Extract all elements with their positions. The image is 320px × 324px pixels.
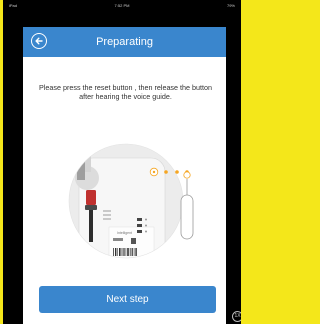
nav-header: Preparating	[23, 27, 226, 57]
device-frame: iPad 7:52 PM 79% Preparating Please pres…	[3, 0, 241, 324]
red-plug	[86, 190, 96, 205]
zoom-toggle-button[interactable]: 1X	[232, 311, 241, 322]
indicator-lights	[137, 218, 147, 233]
app-screen: Preparating Please press the reset butto…	[23, 27, 226, 324]
reset-pin-icon	[180, 171, 194, 240]
status-time: 7:52 PM	[114, 3, 130, 8]
speaker-grille	[103, 210, 111, 220]
progress-dot	[164, 170, 168, 174]
progress-dot	[175, 170, 179, 174]
page-title: Preparating	[96, 36, 153, 48]
instruction-text: Please press the reset button , then rel…	[38, 83, 212, 101]
next-step-button[interactable]: Next step	[39, 286, 216, 313]
reset-illustration: Intelligent	[68, 143, 194, 259]
battery-label: 79%	[226, 3, 235, 8]
status-bar: iPad 7:52 PM 79%	[3, 0, 241, 12]
label-caption: Intelligent	[117, 231, 132, 235]
